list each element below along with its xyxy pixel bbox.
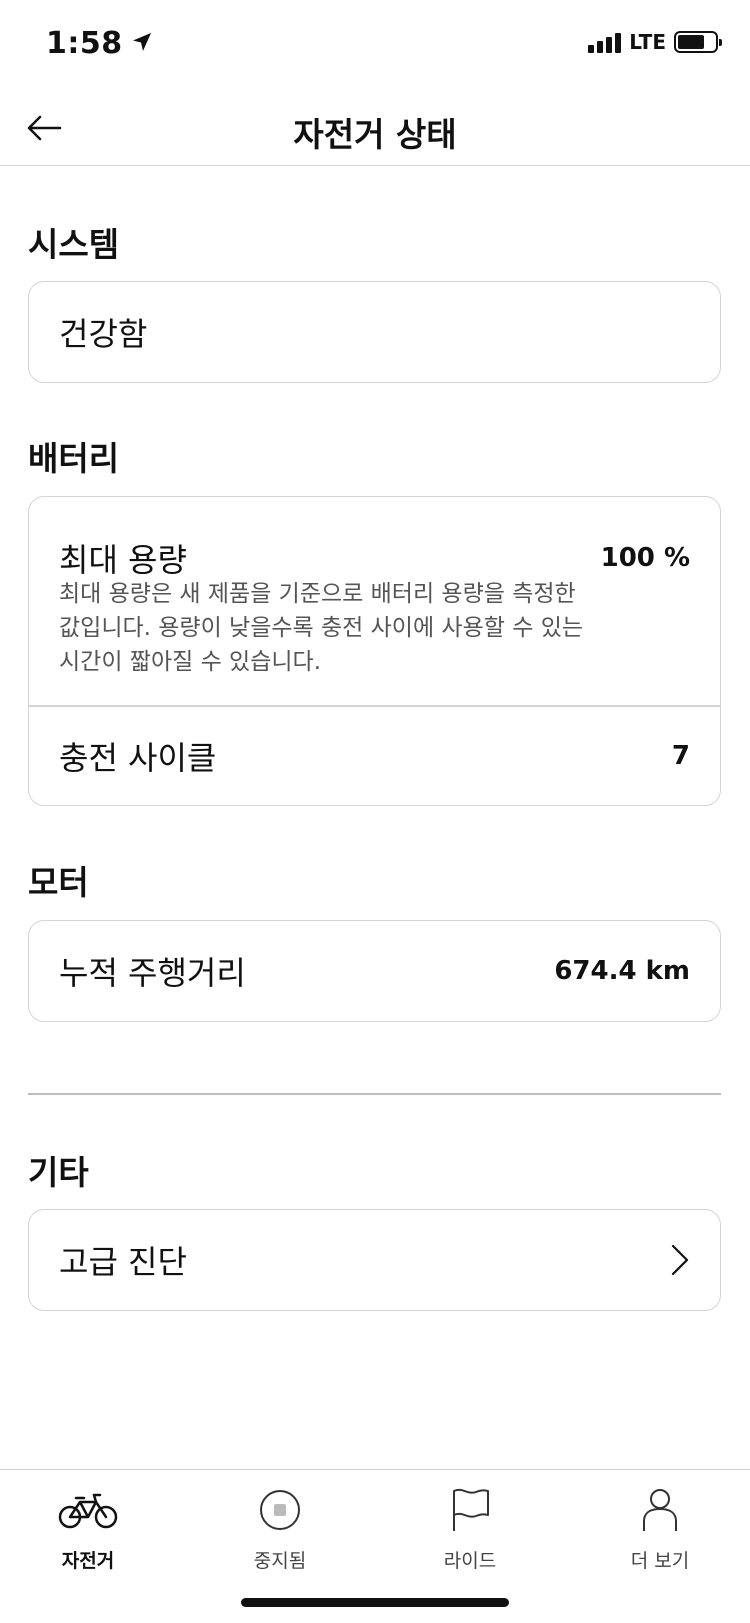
max-capacity-desc-line-2: 값입니다. 용량이 낮을수록 충전 사이에 사용할 수 있는 <box>59 615 584 641</box>
location-arrow-icon <box>131 26 153 61</box>
nav-bar: 자전거 상태 <box>0 90 750 166</box>
system-card: 건강함 <box>28 281 721 383</box>
odometer-label: 누적 주행거리 <box>59 953 246 992</box>
status-time: 1:58 <box>46 26 153 61</box>
charge-cycles-label: 충전 사이클 <box>59 738 217 777</box>
battery-icon <box>674 31 722 53</box>
tab-bike[interactable]: 자전거 <box>18 1486 158 1573</box>
tab-more-label: 더 보기 <box>630 1550 690 1572</box>
system-status-row: 건강함 <box>29 282 720 381</box>
chevron-right-icon <box>671 1244 689 1275</box>
tab-rides[interactable]: 라이드 <box>400 1486 540 1573</box>
tab-stopped[interactable]: 중지됨 <box>210 1486 350 1573</box>
max-capacity-description: 최대 용량은 새 제품을 기준으로 배터리 용량을 측정한 값입니다. 용량이 … <box>29 577 720 679</box>
system-status-label: 건강함 <box>59 314 148 353</box>
tab-more[interactable]: 더 보기 <box>590 1486 730 1573</box>
max-capacity-value: 100 % <box>600 543 690 573</box>
odometer-row: 누적 주행거리 674.4 km <box>29 921 720 1020</box>
status-time-text: 1:58 <box>46 26 123 61</box>
status-bar: 1:58 LTE <box>0 0 750 90</box>
charge-cycles-value: 7 <box>671 740 690 771</box>
status-indicators: LTE <box>588 30 722 54</box>
page-title: 자전거 상태 <box>293 115 457 154</box>
advanced-diagnostics-row[interactable]: 고급 진단 <box>29 1210 720 1309</box>
max-capacity-desc-line-1: 최대 용량은 새 제품을 기준으로 배터리 용량을 측정한 <box>59 581 576 607</box>
advanced-diagnostics-card[interactable]: 고급 진단 <box>28 1209 721 1311</box>
charge-cycles-row: 충전 사이클 7 <box>29 707 720 804</box>
max-capacity-desc-line-3: 시간이 짧아질 수 있습니다. <box>59 649 322 675</box>
max-capacity-label: 최대 용량 <box>59 541 187 579</box>
tab-rides-label: 라이드 <box>443 1550 497 1572</box>
tab-stopped-label: 중지됨 <box>253 1550 307 1572</box>
advanced-diagnostics-label: 고급 진단 <box>59 1242 187 1281</box>
network-type: LTE <box>629 30 666 54</box>
bike-icon <box>58 1486 118 1534</box>
section-title-motor: 모터 <box>28 863 89 902</box>
flag-icon <box>448 1486 492 1534</box>
tab-bike-label: 자전거 <box>61 1550 115 1572</box>
section-title-system: 시스템 <box>28 225 120 264</box>
stop-icon <box>258 1486 302 1534</box>
section-title-other: 기타 <box>28 1153 89 1192</box>
section-divider <box>28 1093 721 1095</box>
section-title-battery: 배터리 <box>28 439 120 478</box>
battery-card: 최대 용량 100 % 최대 용량은 새 제품을 기준으로 배터리 용량을 측정… <box>28 496 721 806</box>
motor-card: 누적 주행거리 674.4 km <box>28 920 721 1022</box>
person-icon <box>640 1486 680 1534</box>
home-indicator <box>241 1598 509 1607</box>
odometer-value: 674.4 km <box>554 955 690 986</box>
signal-strength-icon <box>588 31 622 53</box>
